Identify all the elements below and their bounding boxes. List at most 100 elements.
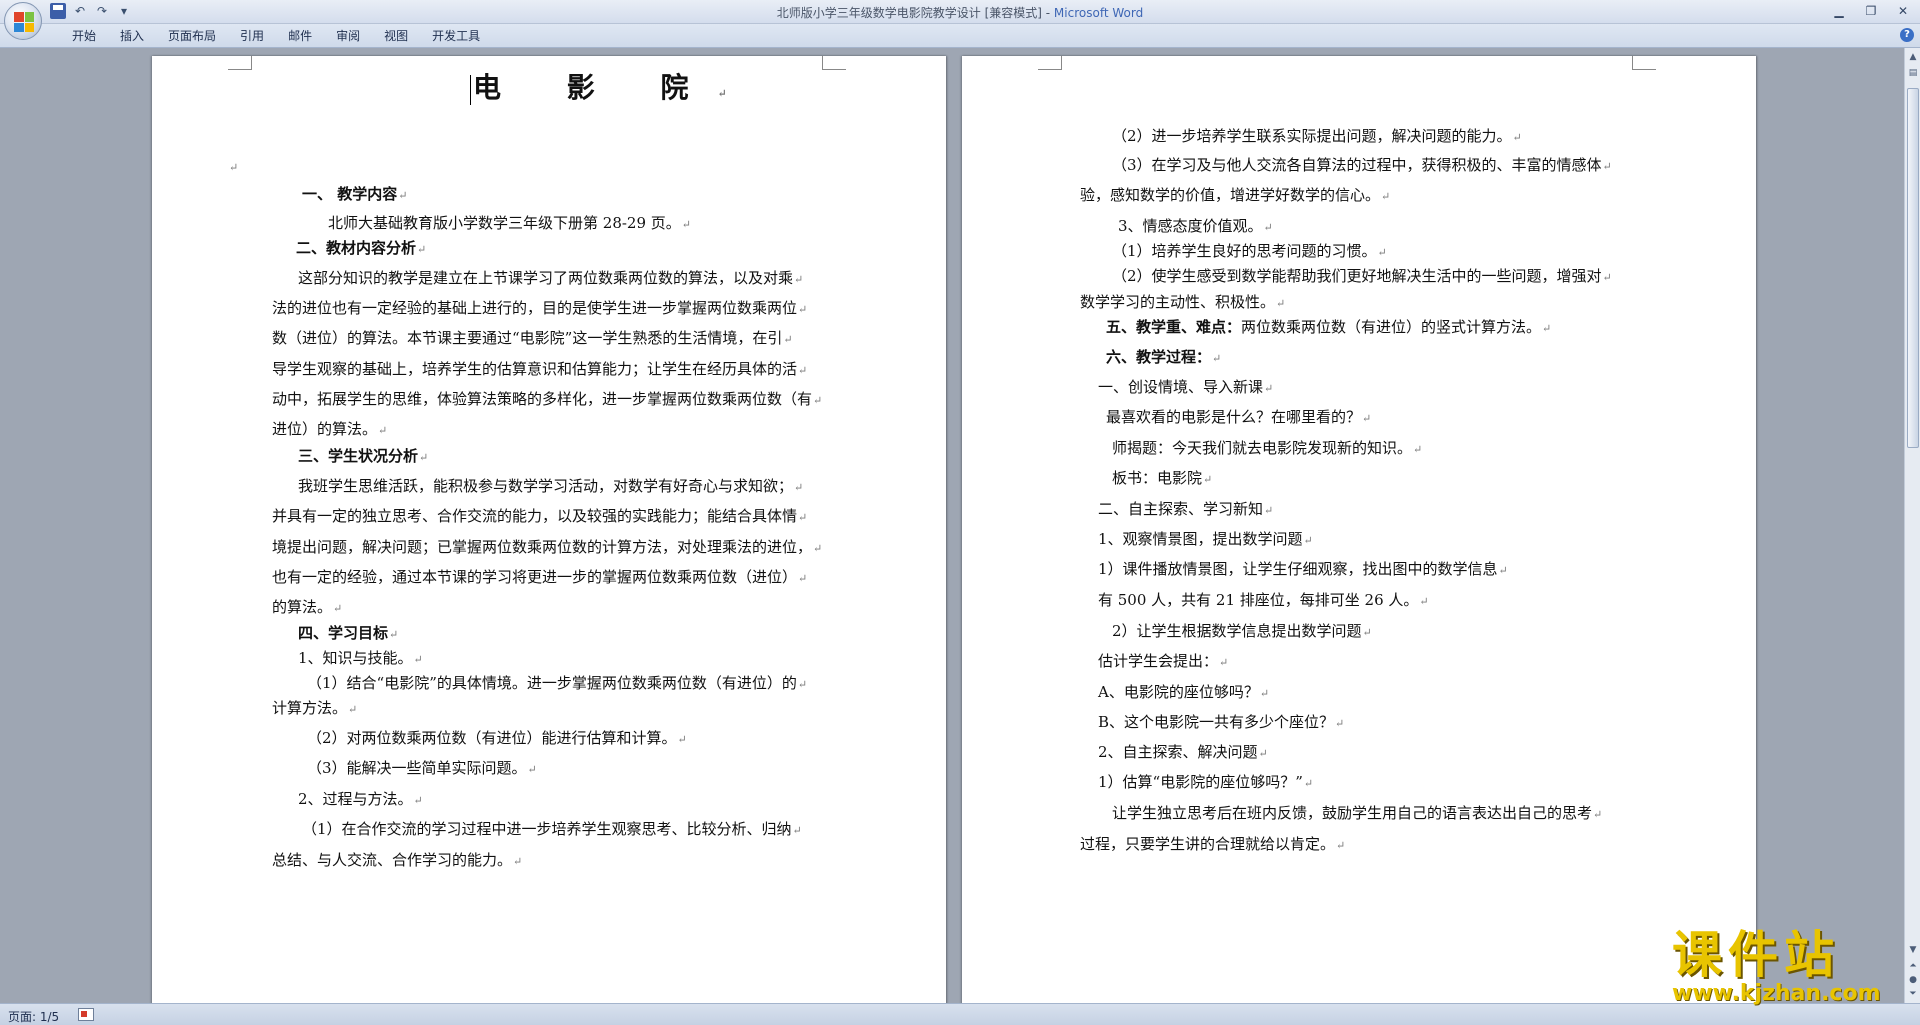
heading-text: 三、学生状况分析 — [298, 447, 419, 465]
next-page-icon[interactable]: ⏷ — [1906, 987, 1920, 1001]
paragraph-line-text: B、这个电影院一共有多少个座位？ — [1098, 713, 1335, 731]
browse-object-icon[interactable]: ● — [1906, 973, 1920, 987]
close-icon[interactable]: ✕ — [1892, 2, 1914, 20]
paragraph-line-text: 验，感知数学的价值，增进学好数学的信心。 — [1080, 186, 1381, 204]
ribbon-tab[interactable]: 插入 — [108, 28, 156, 44]
paragraph-mark-icon: ↵ — [783, 333, 793, 346]
paragraph-mark-icon: ↵ — [1336, 839, 1346, 852]
paragraph-line: 数学学习的主动性、积极性。↵ — [1080, 292, 1285, 314]
document-page-1[interactable]: 电 影 院↵ ↵ 一、 教学内容↵ 北师大基础教育版小学数学三年级下册第 28-29… — [152, 56, 946, 1003]
paragraph-line: 板书：电影院↵ — [1112, 468, 1212, 490]
paragraph-mark-icon: ↵ — [1419, 595, 1429, 608]
paragraph-line: （2）对两位数乘两位数（有进位）能进行估算和计算。↵ — [307, 728, 687, 750]
paragraph-line-text: （2）对两位数乘两位数（有进位）能进行估算和计算。 — [307, 729, 677, 747]
document-title-text: 北师版小学三年级数学电影院教学设计 [兼容模式] - — [776, 6, 1054, 20]
title-bar: ↶ ↷ ▾ 北师版小学三年级数学电影院教学设计 [兼容模式] - Microso… — [0, 0, 1920, 40]
paragraph-line-text: 1）估算“电影院的座位够吗？” — [1098, 773, 1303, 791]
paragraph-line: （2）进一步培养学生联系实际提出问题，解决问题的能力。↵ — [1112, 126, 1522, 148]
watermark-text: 课件站 — [1672, 926, 1840, 984]
paragraph-line: 一、创设情境、导入新课↵ — [1098, 377, 1273, 399]
page-indicator[interactable]: 页面: 1/5 — [8, 1008, 59, 1025]
help-icon[interactable]: ? — [1900, 28, 1914, 42]
paragraph-mark-icon: ↵ — [1381, 190, 1391, 203]
paragraph-mark-icon: ↵ — [794, 481, 804, 494]
paragraph-mark-icon: ↵ — [1542, 322, 1552, 335]
paragraph-line-text: 1）课件播放情景图，让学生仔细观察，找出图中的数学信息 — [1098, 560, 1498, 578]
empty-line: ↵ — [228, 156, 238, 178]
window-controls: ▁ ❐ ✕ — [1828, 2, 1914, 20]
paragraph-line-text: 一、创设情境、导入新课 — [1098, 378, 1264, 396]
paragraph-line: 有 500 人，共有 21 排座位，每排可坐 26 人。↵ — [1098, 590, 1429, 612]
ribbon-tab[interactable]: 邮件 — [276, 28, 324, 44]
paragraph-line: 让学生独立思考后在班内反馈，鼓励学生用自己的语言表达出自己的思考↵ — [1112, 803, 1602, 825]
ribbon-tab[interactable]: 视图 — [372, 28, 420, 44]
paragraph-line-text: 板书：电影院 — [1112, 469, 1203, 487]
paragraph-line: （3）在学习及与他人交流各自算法的过程中，获得积极的、丰富的情感体↵ — [1112, 155, 1612, 177]
paragraph-line-text: 1、观察情景图，提出数学问题 — [1098, 530, 1303, 548]
paragraph-line-text: （2）进一步培养学生联系实际提出问题，解决问题的能力。 — [1112, 127, 1512, 145]
paragraph-line: 我班学生思维活跃，能积极参与数学学习活动，对数学有好奇心与求知欲；↵ — [298, 476, 803, 498]
paragraph-line-text: 导学生观察的基础上，培养学生的估算意识和估算能力；让学生在经历具体的活 — [272, 360, 798, 378]
paragraph-line: 师揭题：今天我们就去电影院发现新的知识。↵ — [1112, 438, 1422, 460]
ribbon-tab[interactable]: 引用 — [228, 28, 276, 44]
paragraph-line-text: 估计学生会提出： — [1098, 652, 1219, 670]
paragraph-mark-icon: ↵ — [798, 303, 808, 316]
paragraph-mark-icon: ↵ — [798, 364, 808, 377]
ribbon-tab[interactable]: 开发工具 — [420, 28, 492, 44]
paragraph-line: 估计学生会提出：↵ — [1098, 651, 1228, 673]
previous-page-icon[interactable]: ⏶ — [1906, 959, 1920, 973]
paragraph-mark-icon: ↵ — [1264, 382, 1274, 395]
maximize-icon[interactable]: ❐ — [1860, 2, 1882, 20]
paragraph-mark-icon: ↵ — [1512, 131, 1522, 144]
ribbon-tab[interactable]: 页面布局 — [156, 28, 228, 44]
paragraph-mark-icon: ↵ — [798, 511, 808, 524]
paragraph-line: 法的进位也有一定经验的基础上进行的，目的是使学生进一步掌握两位数乘两位↵ — [272, 298, 807, 320]
paragraph-mark-icon: ↵ — [813, 394, 823, 407]
paragraph-line-text: （1）在合作交流的学习过程中进一步培养学生观察思考、比较分析、归纳 — [302, 820, 792, 838]
paragraph-mark-icon: ↵ — [677, 733, 687, 746]
office-button[interactable] — [4, 2, 42, 40]
macro-recording-icon[interactable] — [78, 1008, 94, 1021]
vertical-scrollbar[interactable]: ▲ ▤ ▼ ⏶ ● ⏷ — [1904, 48, 1920, 1003]
paragraph-line: 2）让学生根据数学信息提出数学问题↵ — [1112, 621, 1372, 643]
ribbon-tab[interactable]: 审阅 — [324, 28, 372, 44]
paragraph-line: 并具有一定的独立思考、合作交流的能力，以及较强的实践能力；能结合具体情↵ — [272, 506, 807, 528]
scroll-up-icon[interactable]: ▲ — [1906, 50, 1920, 64]
document-workspace[interactable]: 电 影 院↵ ↵ 一、 教学内容 ↵ 北师大基础教育版小学数学三年级下册第 28-29… — [0, 48, 1904, 1003]
paragraph-mark-icon: ↵ — [798, 572, 808, 585]
heading-text: 一、 教学内容 — [302, 185, 398, 203]
paragraph-line: 进位）的算法。↵ — [272, 419, 387, 441]
paragraph-mark-icon: ↵ — [1602, 160, 1612, 173]
paragraph-mark-icon: ↵ — [333, 602, 343, 615]
paragraph-line: 过程，只要学生讲的合理就给以肯定。↵ — [1080, 834, 1345, 856]
paragraph-line-text: 我班学生思维活跃，能积极参与数学学习活动，对数学有好奇心与求知欲； — [298, 477, 794, 495]
ruler-toggle-icon[interactable]: ▤ — [1906, 66, 1920, 80]
paragraph-mark-icon: ↵ — [527, 763, 537, 776]
paragraph-line: A、电影院的座位够吗？↵ — [1098, 682, 1269, 704]
scroll-thumb[interactable] — [1907, 88, 1919, 448]
scroll-down-icon[interactable]: ▼ — [1906, 943, 1920, 957]
paragraph-mark-icon: ↵ — [1335, 717, 1345, 730]
document-page-2[interactable]: （2）进一步培养学生联系实际提出问题，解决问题的能力。↵ （3）在学习及与他人交流… — [962, 56, 1756, 1003]
window-title: 北师版小学三年级数学电影院教学设计 [兼容模式] - Microsoft Wor… — [0, 4, 1920, 21]
paragraph-line: （1）结合“电影院”的具体情境。进一步掌握两位数乘两位数（有进位）的↵ — [307, 673, 807, 695]
paragraph-mark-icon: ↵ — [1593, 808, 1603, 821]
paragraph-mark-icon: ↵ — [417, 243, 427, 256]
paragraph-line: 北师大基础教育版小学数学三年级下册第 28-29 页。↵ — [328, 213, 691, 235]
minimize-icon[interactable]: ▁ — [1828, 2, 1850, 20]
paragraph-line: （1）在合作交流的学习过程中进一步培养学生观察思考、比较分析、归纳↵ — [302, 819, 802, 841]
paragraph-mark-icon: ↵ — [681, 218, 691, 231]
document-title: 电 影 院↵ — [470, 70, 755, 112]
paragraph-line-text: 2、过程与方法。 — [298, 790, 413, 808]
heading: 五、教学重、难点：两位数乘两位数（有进位）的竖式计算方法。↵ — [1106, 317, 1551, 339]
paragraph-line-text: 1、知识与技能。 — [298, 649, 413, 667]
paragraph-line-text: 数学学习的主动性、积极性。 — [1080, 293, 1276, 311]
paragraph-line: 的算法。↵ — [272, 597, 342, 619]
paragraph-mark-icon: ↵ — [1498, 564, 1508, 577]
ribbon-tab[interactable]: 开始 — [60, 28, 108, 44]
paragraph-line: 动中，拓展学生的思维，体验算法策略的多样化，进一步掌握两位数乘两位数（有↵ — [272, 389, 822, 411]
paragraph-mark-icon: ↵ — [1413, 443, 1423, 456]
paragraph-line-text: 也有一定的经验，通过本节课的学习将更进一步的掌握两位数乘两位数（进位） — [272, 568, 798, 586]
heading: 三、学生状况分析↵ — [298, 446, 428, 468]
paragraph-line: 验，感知数学的价值，增进学好数学的信心。↵ — [1080, 185, 1390, 207]
